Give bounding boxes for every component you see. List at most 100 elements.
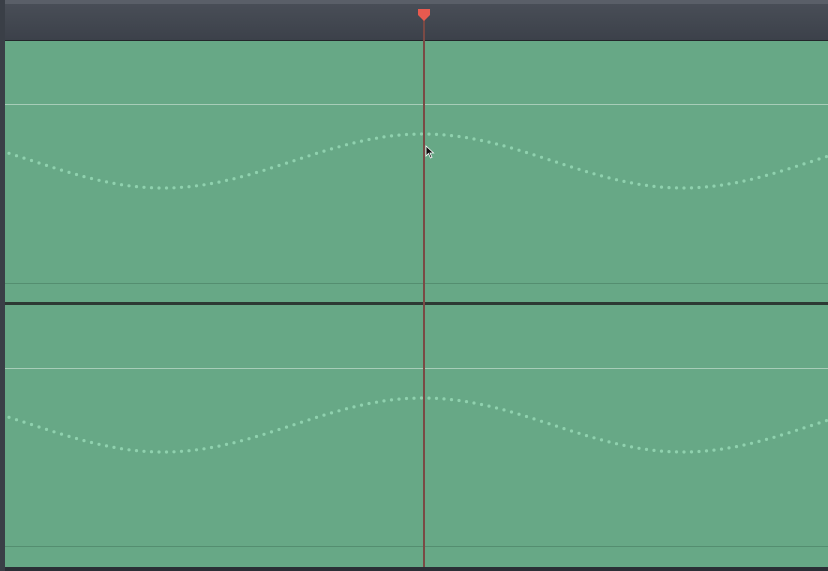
curve-point[interactable] (764, 173, 769, 177)
curve-point[interactable] (547, 158, 551, 162)
curve-point[interactable] (74, 436, 79, 441)
curve-point[interactable] (637, 182, 641, 186)
curve-point[interactable] (232, 177, 236, 181)
curve-point[interactable] (727, 182, 731, 186)
curve-point[interactable] (772, 435, 776, 439)
curve-point[interactable] (374, 136, 379, 140)
curve-point[interactable] (37, 161, 41, 165)
curve-point[interactable] (7, 415, 11, 419)
curve-point[interactable] (817, 421, 821, 425)
curve-point[interactable] (712, 448, 716, 452)
curve-point[interactable] (539, 155, 544, 159)
curve-point[interactable] (569, 429, 574, 433)
curve-point[interactable] (524, 414, 529, 419)
curve-point[interactable] (802, 162, 806, 166)
curve-point[interactable] (427, 132, 431, 136)
curve-point[interactable] (689, 186, 694, 190)
curve-point[interactable] (262, 168, 266, 172)
curve-point[interactable] (232, 441, 236, 445)
curve-point[interactable] (434, 396, 439, 400)
curve-point[interactable] (644, 447, 649, 451)
curve-point[interactable] (82, 175, 86, 179)
curve-point[interactable] (284, 425, 289, 429)
curve-point[interactable] (682, 450, 686, 454)
curve-point[interactable] (577, 167, 581, 171)
curve-point[interactable] (337, 145, 341, 149)
curve-point[interactable] (104, 444, 109, 448)
curve-point[interactable] (247, 437, 251, 441)
curve-point[interactable] (134, 185, 139, 189)
curve-point[interactable] (209, 445, 214, 450)
curve-point[interactable] (779, 433, 784, 437)
curve-point[interactable] (749, 441, 754, 445)
curve-point[interactable] (449, 134, 454, 138)
curve-point[interactable] (382, 135, 386, 139)
curve-point[interactable] (239, 175, 244, 179)
curve-point[interactable] (487, 140, 491, 144)
curve-point[interactable] (389, 134, 394, 138)
curve-point[interactable] (757, 175, 761, 179)
curve-point[interactable] (127, 184, 131, 188)
curve-point[interactable] (89, 440, 94, 445)
curve-point[interactable] (629, 445, 634, 449)
curve-point[interactable] (22, 420, 26, 424)
curve-point[interactable] (532, 153, 536, 157)
curve-point[interactable] (172, 450, 176, 454)
playhead-marker-icon[interactable] (417, 8, 431, 22)
curve-point[interactable] (779, 169, 784, 173)
curve-point[interactable] (14, 418, 19, 422)
curve-point[interactable] (112, 181, 116, 185)
curve-point[interactable] (194, 184, 199, 188)
curve-point[interactable] (412, 132, 416, 136)
curve-point[interactable] (307, 154, 311, 158)
curve-point[interactable] (449, 398, 454, 402)
curve-point[interactable] (179, 185, 184, 189)
curve-point[interactable] (749, 177, 754, 181)
curve-point[interactable] (629, 181, 634, 185)
curve-point[interactable] (697, 185, 701, 190)
curve-point[interactable] (149, 186, 154, 190)
curve-point[interactable] (719, 447, 724, 451)
automation-lane-1[interactable] (5, 41, 828, 302)
curve-point[interactable] (809, 423, 814, 428)
curve-point[interactable] (674, 186, 679, 190)
curve-point[interactable] (172, 186, 176, 190)
curve-point[interactable] (157, 450, 161, 454)
curve-point[interactable] (794, 164, 799, 168)
curve-point[interactable] (209, 181, 214, 186)
curve-point[interactable] (67, 170, 71, 174)
curve-point[interactable] (652, 448, 656, 452)
curve-point[interactable] (592, 172, 596, 176)
curve-point[interactable] (622, 443, 626, 447)
curve-point[interactable] (644, 183, 649, 187)
automation-curve[interactable] (5, 41, 828, 302)
curve-point[interactable] (727, 446, 731, 450)
curve-point[interactable] (757, 439, 761, 443)
curve-point[interactable] (59, 432, 64, 436)
curve-point[interactable] (299, 420, 304, 424)
curve-point[interactable] (262, 432, 266, 436)
curve-point[interactable] (359, 139, 364, 143)
curve-point[interactable] (599, 438, 604, 442)
curve-point[interactable] (817, 157, 821, 161)
curve-point[interactable] (89, 176, 94, 181)
curve-point[interactable] (277, 427, 281, 432)
curve-point[interactable] (389, 398, 394, 402)
curve-point[interactable] (682, 186, 686, 190)
curve-point[interactable] (217, 180, 221, 184)
curve-point[interactable] (37, 425, 41, 429)
curve-point[interactable] (479, 402, 484, 407)
curve-point[interactable] (637, 446, 641, 450)
curve-point[interactable] (509, 410, 514, 414)
curve-point[interactable] (584, 170, 589, 174)
curve-point[interactable] (794, 428, 799, 432)
curve-point[interactable] (254, 170, 259, 175)
curve-point[interactable] (704, 185, 709, 189)
curve-point[interactable] (472, 401, 476, 405)
curve-point[interactable] (119, 183, 124, 187)
curve-point[interactable] (697, 449, 701, 454)
curve-point[interactable] (464, 400, 469, 404)
curve-point[interactable] (104, 180, 109, 184)
curve-point[interactable] (142, 185, 146, 189)
curve-point[interactable] (127, 448, 131, 452)
